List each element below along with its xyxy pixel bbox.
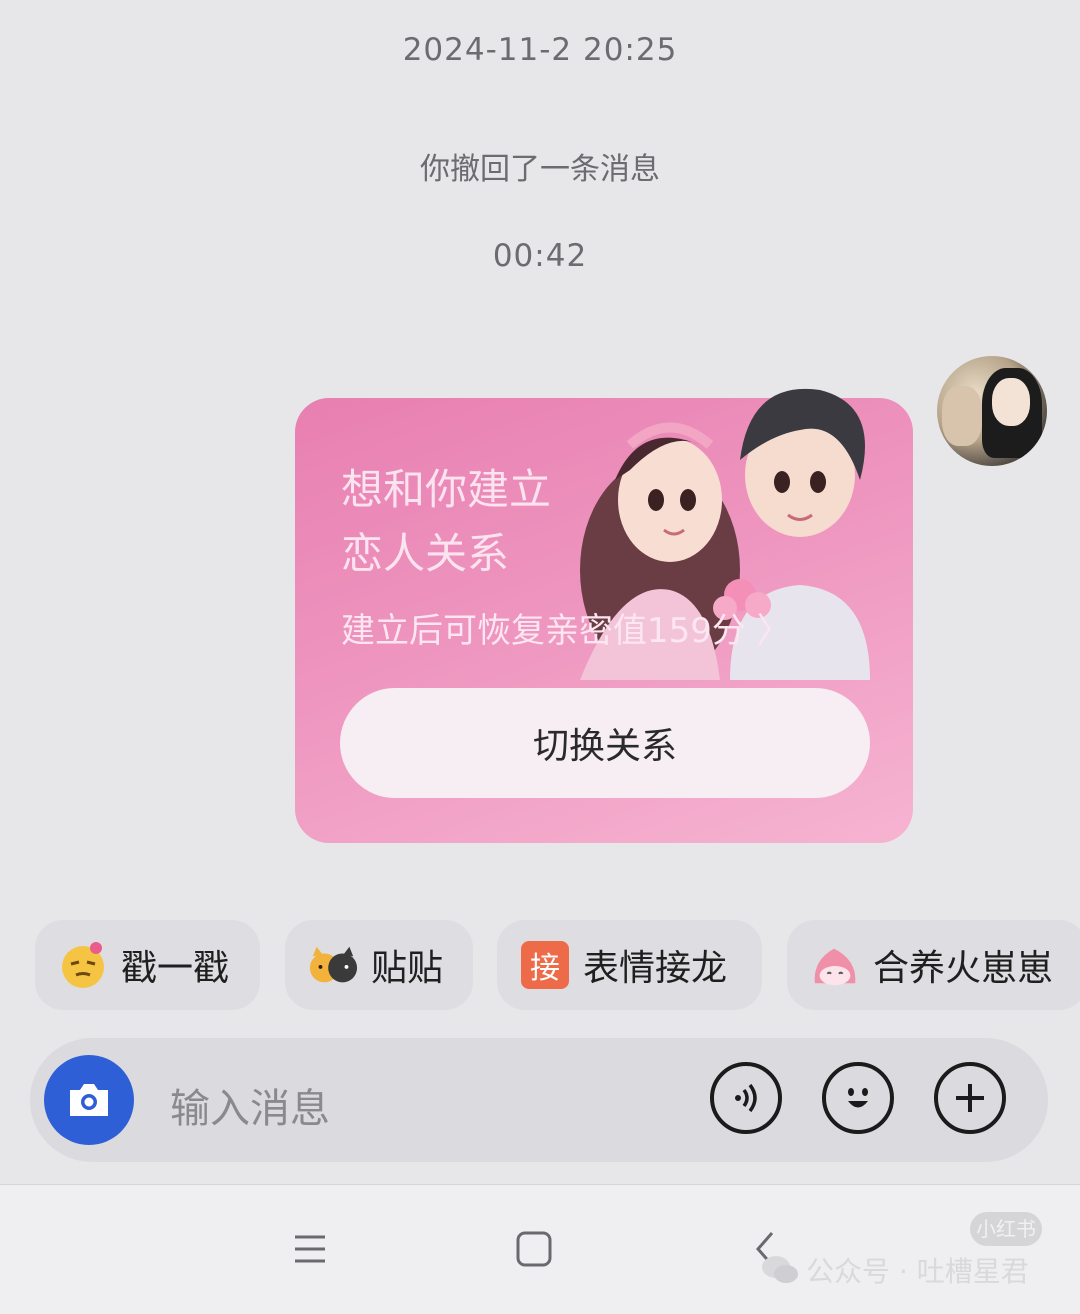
plus-button[interactable] bbox=[934, 1062, 1006, 1134]
switch-relationship-button[interactable]: 切换关系 bbox=[340, 688, 870, 798]
menu-icon[interactable] bbox=[293, 1229, 327, 1269]
quick-action-fire-pet[interactable]: 合养火崽崽 bbox=[787, 920, 1080, 1010]
cats-hug-icon bbox=[307, 939, 359, 991]
quick-action-label: 贴贴 bbox=[371, 948, 444, 989]
message-input-bar: 输入消息 bbox=[30, 1038, 1048, 1162]
quick-action-poke[interactable]: 戳一戳 bbox=[35, 920, 260, 1010]
card-subtitle[interactable]: 建立后可恢复亲密值159分 〉 bbox=[341, 603, 791, 652]
camera-icon bbox=[70, 1084, 108, 1116]
wechat-icon bbox=[762, 1256, 798, 1283]
emoji-button[interactable] bbox=[822, 1062, 894, 1134]
relationship-card[interactable]: 想和你建立 恋人关系 建立后可恢复亲密值159分 〉 切换关系 bbox=[295, 388, 913, 843]
poke-emoji-icon bbox=[57, 939, 109, 991]
timestamp: 00:42 bbox=[492, 238, 588, 274]
recall-notice: 你撤回了一条消息 bbox=[420, 152, 660, 187]
fire-pet-icon bbox=[809, 939, 861, 991]
quick-action-label: 表情接龙 bbox=[583, 948, 728, 989]
emoji-icon bbox=[848, 1088, 868, 1108]
watermark-badge: 小红书 bbox=[970, 1212, 1042, 1246]
system-nav-bar bbox=[0, 1184, 1080, 1314]
quick-action-emoji-chain[interactable]: 接 表情接龙 bbox=[497, 920, 762, 1010]
voice-button[interactable] bbox=[710, 1062, 782, 1134]
message-input[interactable]: 输入消息 bbox=[170, 1076, 330, 1134]
voice-icon bbox=[735, 1083, 757, 1113]
quick-action-label: 合养火崽崽 bbox=[873, 948, 1054, 989]
quick-action-label: 戳一戳 bbox=[121, 948, 230, 989]
plus-icon bbox=[956, 1084, 984, 1112]
timestamp: 2024-11-2 20:25 bbox=[402, 32, 678, 68]
card-title: 想和你建立 恋人关系 bbox=[341, 465, 552, 578]
avatar[interactable] bbox=[937, 356, 1047, 466]
quick-action-hug[interactable]: 贴贴 bbox=[285, 920, 473, 1010]
camera-button[interactable] bbox=[44, 1055, 134, 1145]
watermark: 公众号 · 吐槽星君 bbox=[760, 1250, 1029, 1290]
emoji-chain-icon: 接 bbox=[519, 939, 571, 991]
home-icon[interactable] bbox=[515, 1229, 553, 1269]
